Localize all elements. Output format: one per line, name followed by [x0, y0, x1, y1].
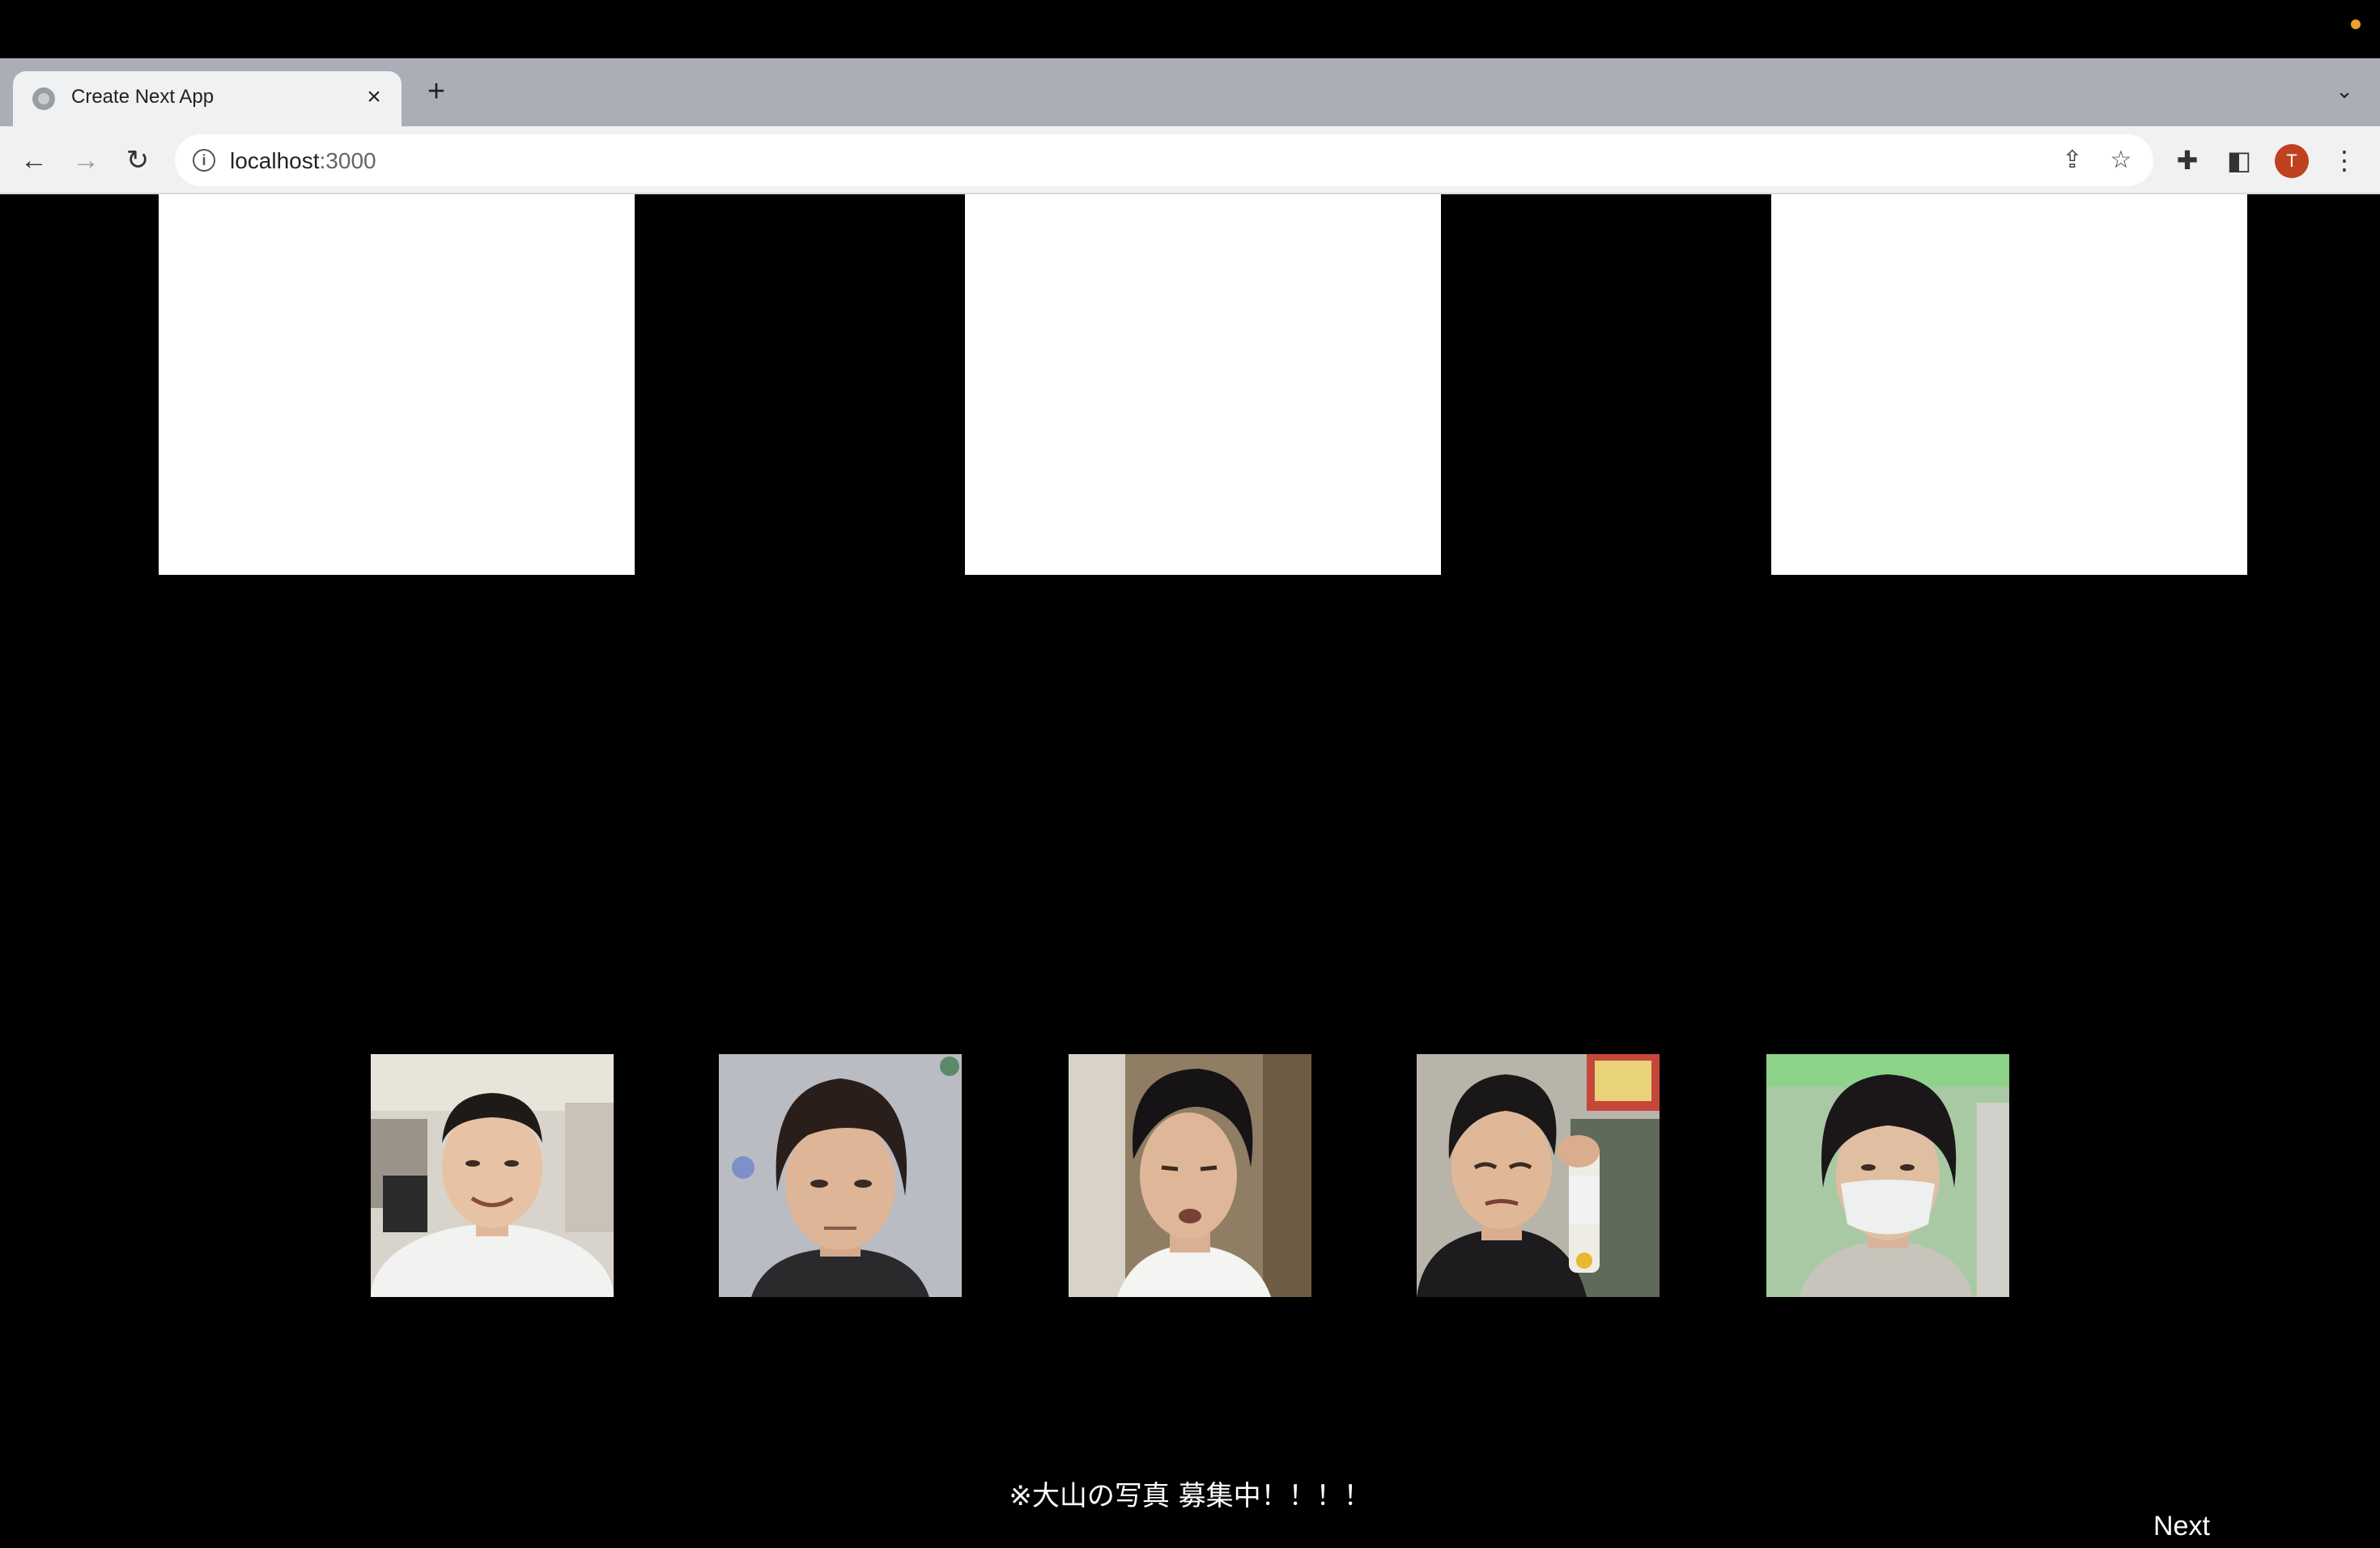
- forward-button[interactable]: →: [65, 139, 107, 181]
- reload-button[interactable]: ↻: [117, 139, 159, 181]
- blank-card: [1771, 194, 2247, 575]
- extensions-puzzle-icon[interactable]: ✚: [2166, 139, 2208, 181]
- portrait-image: [719, 1054, 962, 1297]
- site-info-icon[interactable]: i: [193, 149, 215, 172]
- browser-tab-strip: Create Next App × + ⌄: [0, 58, 2380, 126]
- blank-card: [159, 194, 635, 575]
- url-text[interactable]: localhost:3000: [230, 148, 376, 174]
- page-viewport: ※大山の写真 募集中！！！！ Next: [0, 194, 2380, 1548]
- tab-title: Create Next App: [71, 86, 215, 108]
- browser-menu-icon[interactable]: ⋮: [2323, 139, 2365, 181]
- profile-avatar[interactable]: T: [2275, 144, 2309, 178]
- url-port: :3000: [319, 148, 376, 173]
- address-bar[interactable]: i localhost:3000 ⇪ ☆: [175, 134, 2153, 186]
- portrait-photo[interactable]: [1417, 1054, 1660, 1297]
- portrait-photo[interactable]: [1069, 1054, 1311, 1297]
- side-panel-icon[interactable]: ◧: [2218, 139, 2260, 181]
- share-icon[interactable]: ⇪: [2056, 144, 2089, 176]
- url-host: localhost: [230, 148, 320, 173]
- portrait-photo[interactable]: [719, 1054, 962, 1297]
- portrait-image: [371, 1054, 614, 1297]
- portrait-image: [1417, 1054, 1660, 1297]
- tab-search-chevron-icon[interactable]: ⌄: [2328, 74, 2361, 107]
- close-tab-icon[interactable]: ×: [359, 83, 389, 112]
- portrait-photo[interactable]: [1766, 1054, 2009, 1297]
- portrait-image: [1069, 1054, 1311, 1297]
- next-button[interactable]: Next: [2153, 1511, 2210, 1542]
- browser-tab-active[interactable]: Create Next App ×: [13, 71, 402, 126]
- os-menu-bar: [0, 0, 2380, 58]
- portrait-image: [1766, 1054, 2009, 1297]
- globe-icon: [32, 87, 55, 110]
- recruiting-photos-notice: ※大山の写真 募集中！！！！: [1009, 1480, 1371, 1512]
- back-button[interactable]: ←: [13, 139, 55, 181]
- bookmark-star-icon[interactable]: ☆: [2105, 144, 2137, 176]
- portrait-photo[interactable]: [371, 1054, 614, 1297]
- recording-indicator-icon: [2351, 19, 2361, 29]
- browser-toolbar: ← → ↻ i localhost:3000 ⇪ ☆ ✚ ◧ T ⋮: [0, 126, 2380, 194]
- new-tab-button[interactable]: +: [418, 73, 455, 110]
- blank-card: [965, 194, 1441, 575]
